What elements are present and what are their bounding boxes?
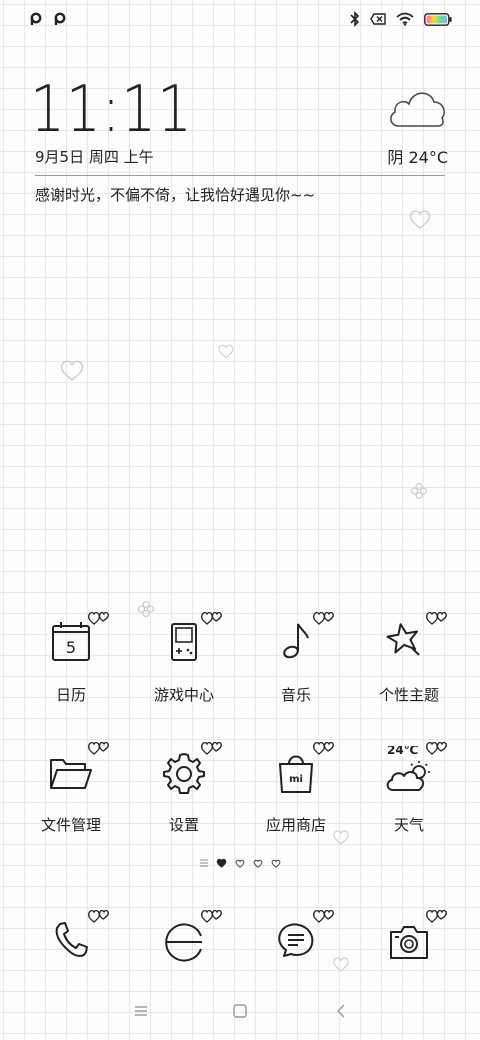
dock-browser[interactable]: [128, 909, 240, 970]
page-indicator[interactable]: [200, 858, 281, 868]
heart-badge-icon: [201, 741, 222, 755]
app-store[interactable]: mi 应用商店: [240, 741, 352, 835]
dock-camera[interactable]: [353, 909, 465, 970]
app-music[interactable]: 音乐: [240, 611, 352, 705]
app-themes[interactable]: 个性主题: [353, 611, 465, 705]
app-label: 设置: [168, 816, 199, 834]
p-icon: [54, 12, 66, 25]
clock-date: 9月5日 周四 上午: [35, 148, 154, 166]
app-label: 文件管理: [40, 816, 101, 834]
p-icon: [30, 12, 42, 25]
heart-badge-icon: [313, 741, 334, 755]
heart-badge-icon: [426, 741, 447, 755]
flower-decoration-icon: [410, 482, 428, 500]
app-weather[interactable]: 24℃ 天气: [353, 741, 465, 835]
dock-phone[interactable]: [15, 909, 127, 970]
heart-dot-active-icon[interactable]: [216, 858, 227, 868]
wifi-icon: [396, 12, 414, 26]
app-label: 天气: [393, 816, 424, 834]
calendar-day: 5: [66, 638, 76, 657]
heart-badge-icon: [201, 909, 222, 923]
app-file-manager[interactable]: 文件管理: [15, 741, 127, 835]
motto-text: 感谢时光，不偏不倚，让我恰好遇见你~~: [35, 186, 316, 204]
heart-badge-icon: [88, 741, 109, 755]
battery-icon: [424, 12, 452, 26]
app-label: 音乐: [280, 686, 311, 704]
bluetooth-icon: [350, 11, 360, 27]
app-label: 游戏中心: [153, 686, 214, 704]
navigation-bar: [0, 1000, 480, 1024]
app-settings[interactable]: 设置: [128, 741, 240, 835]
app-label: 应用商店: [265, 816, 326, 834]
back-icon[interactable]: [335, 1003, 347, 1019]
app-game-center[interactable]: 游戏中心: [128, 611, 240, 705]
heart-badge-icon: [313, 909, 334, 923]
widget-divider: [35, 175, 445, 176]
weather-app-temp: 24℃: [387, 746, 418, 757]
app-label: 个性主题: [378, 686, 439, 704]
heart-dot-icon[interactable]: [253, 859, 263, 868]
heart-decoration-icon: [409, 210, 431, 229]
heart-badge-icon: [426, 611, 447, 625]
weather-condition: 阴 24°C: [387, 148, 448, 167]
status-left: [30, 12, 66, 26]
bag-text: mi: [289, 774, 303, 785]
menu-lines-icon: [200, 859, 208, 867]
heart-badge-icon: [201, 611, 222, 625]
home-icon[interactable]: [233, 1004, 247, 1018]
status-right: [350, 11, 452, 27]
heart-decoration-icon: [218, 344, 234, 359]
dock-messages[interactable]: [240, 909, 352, 970]
menu-icon[interactable]: [134, 1004, 148, 1018]
clock-time[interactable]: 11:11: [30, 78, 193, 142]
app-label: 日历: [55, 686, 86, 704]
app-calendar[interactable]: 5 日历: [15, 611, 127, 705]
heart-dot-icon[interactable]: [271, 859, 281, 868]
heart-dot-icon[interactable]: [235, 859, 245, 868]
no-sim-icon: [370, 13, 386, 25]
heart-decoration-icon: [60, 360, 84, 381]
heart-badge-icon: [426, 909, 447, 923]
cloud-icon[interactable]: [386, 86, 448, 130]
heart-badge-icon: [88, 611, 109, 625]
heart-badge-icon: [313, 611, 334, 625]
heart-badge-icon: [88, 909, 109, 923]
